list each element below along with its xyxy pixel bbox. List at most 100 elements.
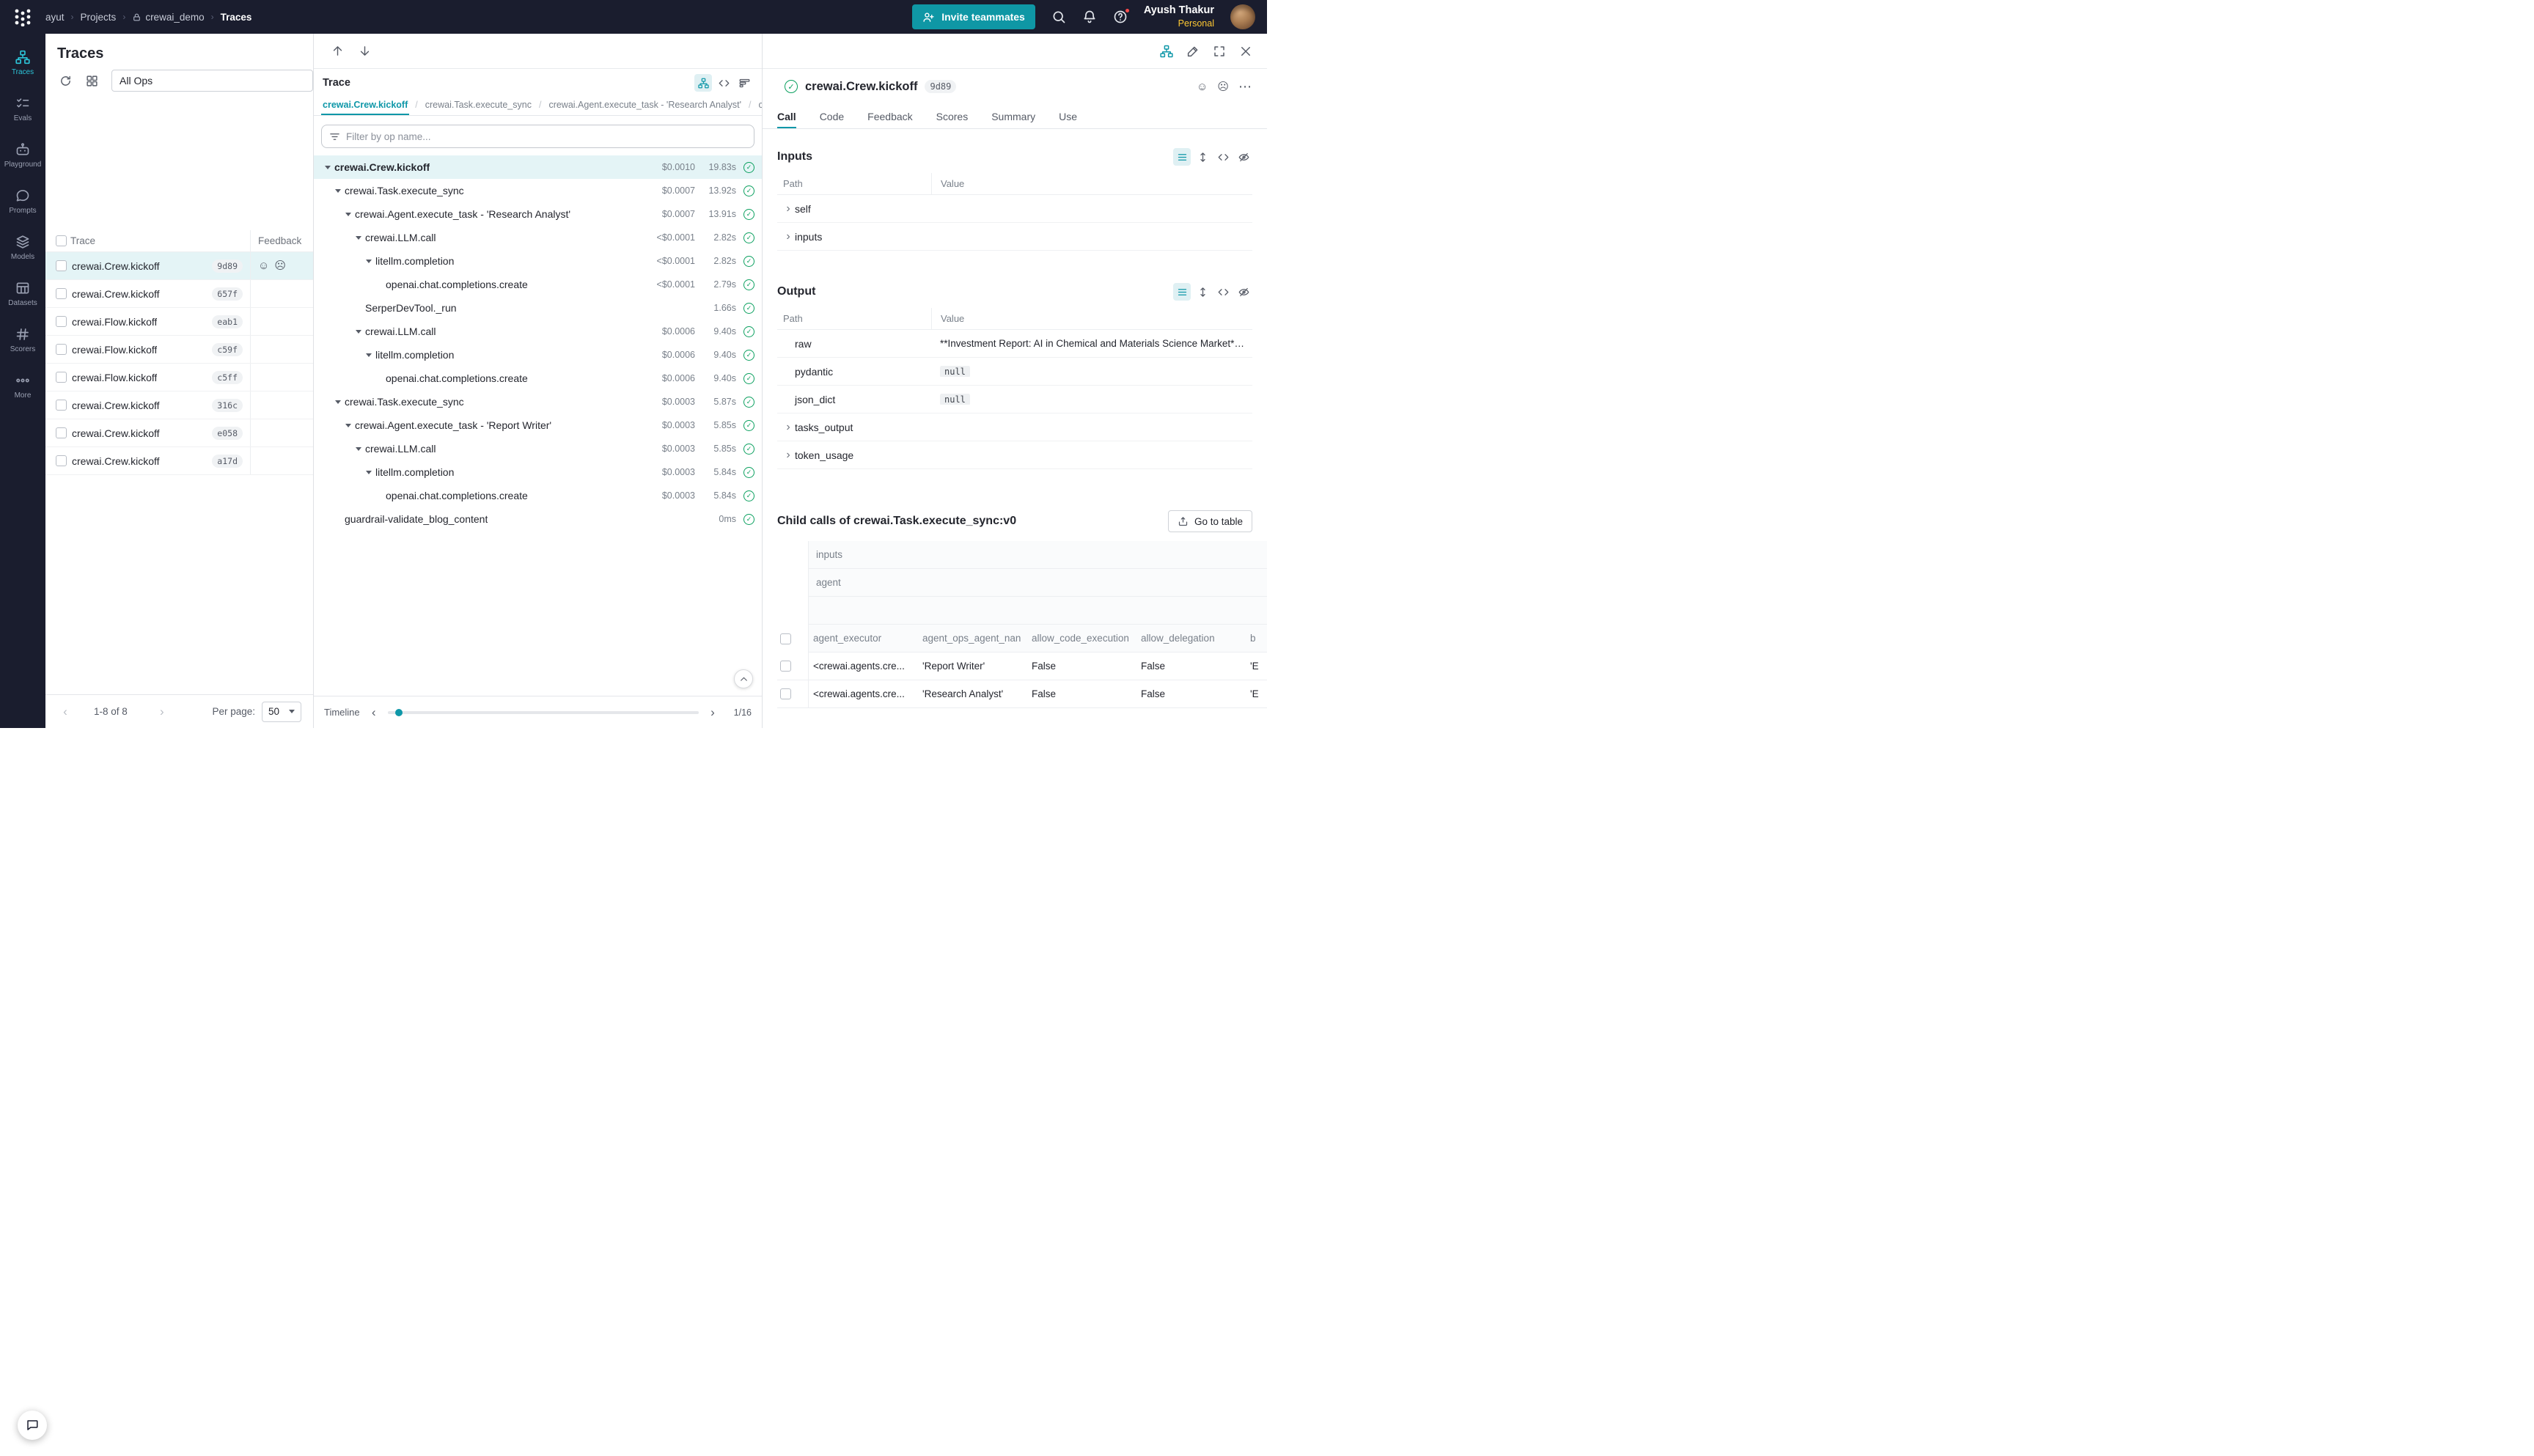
chevron-right-icon[interactable]: › [782, 231, 795, 243]
select-all-checkbox[interactable] [56, 235, 67, 246]
output-value[interactable]: **Investment Report: AI in Chemical and … [931, 338, 1252, 349]
tab-summary[interactable]: Summary [991, 104, 1035, 128]
chevron-down-icon[interactable] [352, 330, 365, 334]
search-icon[interactable] [1051, 10, 1066, 24]
chevron-right-icon[interactable]: › [782, 203, 795, 215]
trace-tree-row[interactable]: openai.chat.completions.create <$0.0001 … [314, 273, 762, 296]
chevron-down-icon[interactable] [342, 213, 355, 216]
sidebar-item-more[interactable]: More [0, 363, 45, 409]
row-checkbox[interactable] [56, 455, 67, 466]
trace-tree-row[interactable]: crewai.LLM.call <$0.0001 2.82s [314, 226, 762, 249]
user-menu[interactable]: Ayush Thakur Personal [1144, 4, 1214, 29]
close-icon[interactable] [1239, 45, 1252, 58]
input-row-self[interactable]: ›self [777, 195, 1252, 223]
list-view-button[interactable] [1173, 148, 1191, 166]
trace-tree-row[interactable]: crewai.Task.execute_sync $0.0003 5.87s [314, 390, 762, 413]
help-icon[interactable] [1113, 10, 1128, 24]
sidebar-item-datasets[interactable]: Datasets [0, 271, 45, 317]
tab-scores[interactable]: Scores [936, 104, 969, 128]
ops-filter-select[interactable]: All Ops [111, 70, 313, 92]
row-checkbox[interactable] [56, 288, 67, 299]
next-call-arrow-down-icon[interactable] [359, 45, 371, 57]
scroll-to-top-button[interactable] [734, 669, 753, 688]
sidebar-item-evals[interactable]: Evals [0, 86, 45, 132]
tab-feedback[interactable]: Feedback [867, 104, 912, 128]
sidebar-item-scorers[interactable]: Scorers [0, 317, 45, 363]
trace-tree-row[interactable]: crewai.Task.execute_sync $0.0007 13.92s [314, 179, 762, 202]
column-header-trace[interactable]: Trace [70, 235, 250, 246]
trace-tree-row[interactable]: litellm.completion $0.0006 9.40s [314, 343, 762, 367]
trace-tree-row[interactable]: litellm.completion <$0.0001 2.82s [314, 249, 762, 273]
chevron-right-icon[interactable]: › [782, 449, 795, 461]
trace-name[interactable]: crewai.Flow.kickoff [70, 316, 157, 328]
trace-list-row[interactable]: crewai.Flow.kickoffeab1 [45, 308, 313, 336]
tab-code[interactable]: Code [820, 104, 844, 128]
path-tab-task-execute[interactable]: crewai.Task.execute_sync [424, 94, 533, 115]
child-call-row[interactable]: <crewai.agents.cre... 'Research Analyst'… [777, 680, 1267, 708]
trace-name[interactable]: crewai.Flow.kickoff [70, 372, 157, 383]
row-checkbox[interactable] [56, 427, 67, 438]
next-page-icon[interactable]: › [154, 705, 170, 719]
chevron-down-icon[interactable] [352, 236, 365, 240]
output-row-token-usage[interactable]: ›token_usage [777, 441, 1252, 469]
list-view-button[interactable] [1173, 283, 1191, 301]
timeline-prev-icon[interactable]: ‹ [369, 705, 379, 720]
trace-tree-row[interactable]: litellm.completion $0.0003 5.84s [314, 460, 762, 484]
avatar[interactable] [1230, 4, 1255, 29]
tab-call[interactable]: Call [777, 104, 796, 128]
row-checkbox[interactable] [780, 661, 791, 672]
trace-tree-row[interactable]: crewai.Agent.execute_task - 'Research An… [314, 202, 762, 226]
op-filter-input[interactable] [346, 131, 746, 142]
chevron-down-icon[interactable] [362, 471, 375, 474]
feedback-negative-icon[interactable]: ☹ [1217, 81, 1229, 92]
code-view-button[interactable] [715, 74, 732, 92]
row-checkbox[interactable] [56, 400, 67, 411]
tree-view-button[interactable] [694, 74, 712, 92]
previous-call-arrow-up-icon[interactable] [331, 45, 344, 57]
column-header-allow-code-execution[interactable]: allow_code_execution [1027, 633, 1136, 644]
trace-name[interactable]: crewai.Flow.kickoff [70, 344, 157, 356]
feedback-positive-icon[interactable]: ☺ [1197, 81, 1208, 92]
sidebar-item-traces[interactable]: Traces [0, 40, 45, 86]
row-checkbox[interactable] [56, 372, 67, 383]
trace-tree-row[interactable]: openai.chat.completions.create $0.0003 5… [314, 484, 762, 507]
code-view-button[interactable] [1214, 283, 1232, 301]
trace-name[interactable]: crewai.Crew.kickoff [70, 288, 160, 300]
row-checkbox[interactable] [56, 316, 67, 327]
chevron-down-icon[interactable] [362, 353, 375, 357]
child-call-row[interactable]: <crewai.agents.cre... 'Report Writer' Fa… [777, 652, 1267, 680]
output-row-tasks-output[interactable]: ›tasks_output [777, 413, 1252, 441]
trace-tree-row[interactable]: crewai.LLM.call $0.0003 5.85s [314, 437, 762, 460]
column-header-agent-executor[interactable]: agent_executor [809, 633, 918, 644]
column-header-feedback[interactable]: Feedback [250, 230, 313, 251]
fullscreen-icon[interactable] [1213, 45, 1226, 58]
expand-rows-button[interactable] [1194, 283, 1211, 301]
column-settings-button[interactable] [82, 71, 101, 90]
overflow-menu-icon[interactable]: ⋯ [1238, 80, 1252, 93]
edit-pencil-icon[interactable] [1186, 45, 1200, 58]
hide-values-button[interactable] [1235, 283, 1252, 301]
trace-list-row[interactable]: crewai.Flow.kickoffc59f [45, 336, 313, 364]
notifications-bell-icon[interactable] [1082, 10, 1097, 24]
trace-list-row[interactable]: crewai.Crew.kickoffe058 [45, 419, 313, 447]
chevron-down-icon[interactable] [342, 424, 355, 427]
per-page-select[interactable]: 50 [262, 702, 301, 722]
trace-list-row[interactable]: crewai.Crew.kickoff657f [45, 280, 313, 308]
sidebar-item-playground[interactable]: Playground [0, 132, 45, 178]
show-tree-icon[interactable] [1160, 45, 1173, 58]
column-header-allow-delegation[interactable]: allow_delegation [1136, 633, 1246, 644]
feedback-positive-icon[interactable]: ☺ [258, 260, 269, 271]
trace-list-row[interactable]: crewai.Crew.kickoffa17d [45, 447, 313, 475]
trace-name[interactable]: crewai.Crew.kickoff [70, 400, 160, 411]
column-header-truncated[interactable]: b [1246, 633, 1267, 644]
timeline-next-icon[interactable]: › [708, 705, 718, 720]
support-chat-button[interactable] [18, 1411, 47, 1440]
breadcrumb-entity[interactable]: ayut [45, 12, 65, 23]
chevron-down-icon[interactable] [362, 260, 375, 263]
trace-name[interactable]: crewai.Crew.kickoff [70, 455, 160, 467]
breadcrumb-page[interactable]: Traces [221, 12, 252, 23]
invite-teammates-button[interactable]: Invite teammates [912, 4, 1035, 29]
wandb-logo[interactable] [0, 7, 45, 26]
output-row-json-dict[interactable]: json_dict null [777, 386, 1252, 413]
go-to-table-button[interactable]: Go to table [1168, 510, 1252, 532]
